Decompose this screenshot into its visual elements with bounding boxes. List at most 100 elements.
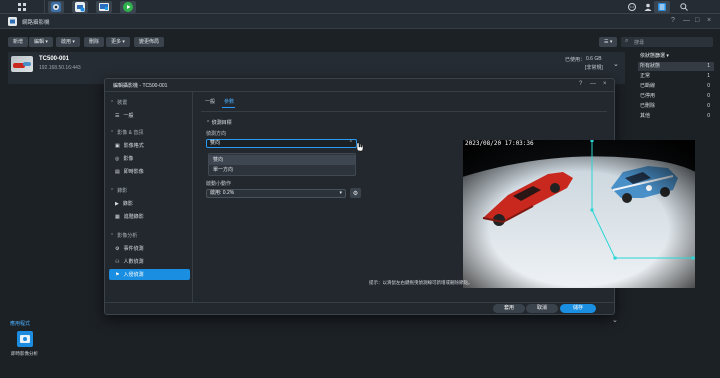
close-icon[interactable]: × [603,81,607,87]
desktop-icon[interactable] [96,1,112,13]
more-button[interactable]: 更多 ▾ [106,37,130,47]
camera-preview[interactable]: 2023/08/20 17:03:36 [463,140,695,288]
save-button[interactable]: 儲存 [560,304,596,313]
sidebar-item-image[interactable]: ◎ 影像 [109,153,190,164]
view-layout-button[interactable]: 變更佈局 [134,37,165,47]
mouse-cursor-icon [355,141,364,154]
filter-row-deleted[interactable]: 已刪除 0 [638,102,714,111]
minimize-icon[interactable]: — [683,17,690,24]
camera-thumbnail [11,56,33,72]
filter-header[interactable]: 依狀態篩選 ▾ [640,52,669,59]
window-titlebar[interactable]: 網路攝影機 ? — □ × [0,14,720,29]
help-icon[interactable]: ? [579,81,582,87]
surveillance-icon[interactable] [48,1,64,13]
sidebar-item-video-format[interactable]: ▣ 影像格式 [109,140,190,151]
dialog-content: 一般 參數 ⌃ 偵測目標 偵測方向 雙向 ⌃ 啟動小動作 啟用: 0.2% ▾ … [197,92,695,302]
people-icon: ⚇ [115,258,120,265]
add-button[interactable]: 新增 [8,37,29,47]
search-icon[interactable] [676,1,692,13]
camera-icon[interactable] [72,1,88,13]
app-label[interactable]: 即時影像分析 [11,351,38,357]
dialog-titlebar[interactable]: 編輯攝影機 - TC500-001 ? — × [105,79,614,92]
sidebar-group-device: ⌃ 裝置 [110,99,128,107]
window-title: 網路攝影機 [22,20,50,26]
close-icon[interactable]: × [707,17,711,24]
sidebar-item-intrusion[interactable]: ⚑ 入侵偵測 [109,269,190,280]
dialog-title: 編輯攝影機 - TC500-001 [113,83,168,89]
event-icon: ⚙ [115,245,120,252]
sidebar-item-general[interactable]: ☰ 一般 [109,110,190,121]
section-title: 應用程式 [10,321,31,327]
chevron-down-icon: ▾ [339,190,342,196]
cancel-button[interactable]: 取消 [526,304,558,313]
help-icon[interactable]: ? [671,17,675,24]
search-input-icon: ⌕ [625,38,629,44]
preview-timestamp: 2023/08/20 17:03:36 [465,140,534,147]
camera-ip: 192.168.50.16:443 [39,65,81,71]
dropdown-option-both[interactable]: 雙向 [209,155,355,165]
taskbar [0,0,720,14]
sidebar-group-record: ⌃ 錄影 [110,187,128,195]
list-icon: ☰ [115,112,120,119]
sidebar-item-recording[interactable]: ▶ 錄影 [109,198,190,209]
maximize-icon[interactable]: □ [695,17,699,24]
play-icon[interactable] [120,1,136,13]
collapse-chevron-icon[interactable]: ⌄ [612,316,618,324]
action-label: 啟動小動作 [206,181,232,187]
widgets-icon[interactable] [654,1,670,13]
apply-button[interactable]: 套用 [493,304,525,313]
filter-row-normal[interactable]: 正常 1 [638,72,714,81]
camera-name: TC500-001 [39,56,70,62]
section-header: ⌃ 偵測目標 [206,120,232,126]
edit-button[interactable]: 編輯 ▾ [29,37,53,47]
sidebar-group-analytics: ⌃ 影像分析 [110,232,138,240]
record-icon: ▶ [115,200,119,207]
live-analytics-app-icon[interactable] [17,331,33,349]
chevron-up-icon: ⌃ [348,140,353,146]
storage-used-value: 0.6 GB [586,56,602,62]
edit-camera-dialog: 編輯攝影機 - TC500-001 ? — × ⌃ 裝置 ☰ 一般 ⌃ 影像 & 音訊… [104,78,695,316]
sidebar-item-advanced-recording[interactable]: ▦ 進階錄影 [109,211,190,222]
app-logo-icon [8,17,17,28]
preview-hint: 提示：以滑鼠左右鍵拖曳偵測線可新增或刪除節點。 [369,280,473,285]
video-format-icon: ▣ [115,142,120,149]
enable-button[interactable]: 啟用 ▾ [56,37,80,47]
direction-select[interactable]: 雙向 ⌃ [206,139,357,148]
camera-status: [非常規] [585,65,603,71]
sidebar-item-live[interactable]: ▤ 即時影像 [109,166,190,177]
filter-row-all[interactable]: 所有狀態 1 [638,62,714,71]
sidebar-item-people-count[interactable]: ⚇ 人數偵測 [109,256,190,267]
direction-label: 偵測方向 [206,131,227,137]
settings-button[interactable]: ⚙ [350,188,361,198]
dropdown-option-single[interactable]: 單一方向 [209,165,355,175]
apps-grid-icon[interactable] [14,1,30,13]
chevron-up-icon: ⌃ [206,120,211,126]
intrusion-icon: ⚑ [115,271,120,278]
sidebar-group-video: ⌃ 影像 & 音訊 [110,129,144,137]
chat-icon[interactable] [624,1,640,13]
list-view-button[interactable]: ☰ ▾ [599,37,618,47]
storage-used-label: 已使用： [565,57,586,63]
advanced-record-icon: ▦ [115,213,120,220]
image-icon: ◎ [115,155,120,162]
search-input[interactable]: ⌕ 搜尋 [621,37,713,47]
filter-row-other[interactable]: 其他 0 [638,112,714,121]
tab-params[interactable]: 參數 [224,98,234,105]
dialog-footer: 套用 取消 儲存 [105,302,614,316]
direction-dropdown-list: 雙向 單一方向 [208,153,356,176]
tab-general[interactable]: 一般 [205,98,215,105]
sidebar-item-event-detection[interactable]: ⚙ 事件偵測 [109,243,190,254]
filter-row-disabled[interactable]: 已停用 0 [638,92,714,101]
applications-section: ⌄ 應用程式 即時影像分析 [0,316,625,378]
live-icon: ▤ [115,168,120,175]
filter-row-disconnected[interactable]: 已斷線 0 [638,82,714,91]
chevron-up-icon: ⌃ [110,129,115,136]
dialog-sidebar: ⌃ 裝置 ☰ 一般 ⌃ 影像 & 音訊 ▣ 影像格式 ◎ 影像 ▤ 即時影像 ⌃ 錄影 ▶ 錄影… [105,92,193,302]
minimize-icon[interactable]: — [590,81,596,87]
chevron-up-icon: ⌃ [110,232,115,239]
action-select[interactable]: 啟用: 0.2% ▾ [206,189,346,198]
chevron-up-icon: ⌃ [110,187,115,194]
delete-button[interactable]: 刪除 [84,37,105,47]
toolbar: 新增 編輯 ▾ 啟用 ▾ 刪除 更多 ▾ 變更佈局 [0,29,625,49]
expand-chevron-icon[interactable]: ⌄ [613,60,619,68]
